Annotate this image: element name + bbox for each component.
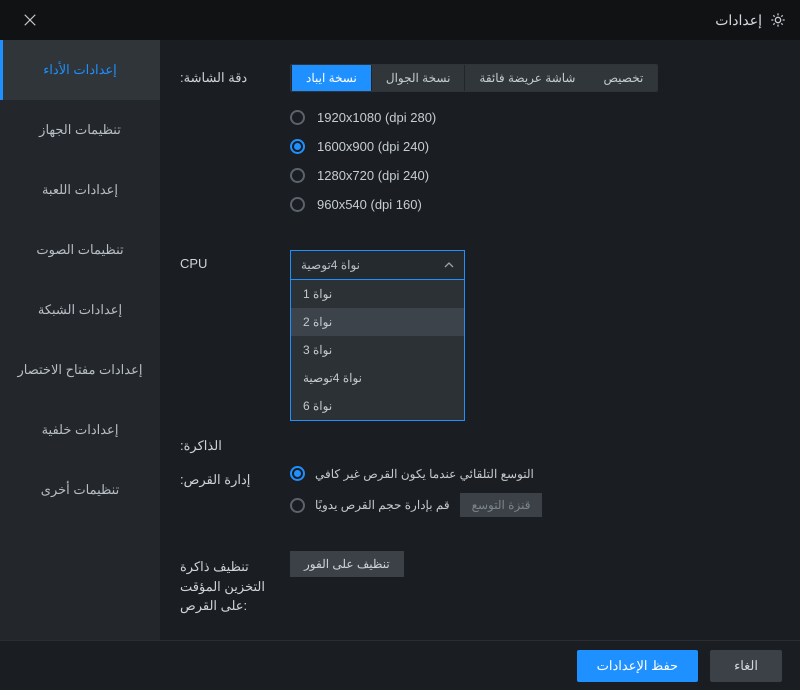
- window-title: إعدادات: [715, 12, 762, 29]
- resolution-option-2[interactable]: 1280x720 (dpi 240): [290, 168, 768, 183]
- sidebar-item-6[interactable]: إعدادات خلفية: [0, 400, 160, 460]
- cpu-dropdown-list: نواة 1نواة 2نواة 3نواة 4توصيةنواة 6: [290, 280, 465, 421]
- cancel-button[interactable]: الغاء: [710, 650, 782, 682]
- memory-label: :الذاكرة: [180, 432, 290, 454]
- sidebar-item-0[interactable]: إعدادات الأداء: [0, 40, 160, 100]
- cpu-label: CPU: [180, 250, 290, 271]
- close-icon: [23, 13, 37, 27]
- resolution-option-1[interactable]: 1600x900 (dpi 240): [290, 139, 768, 154]
- expand-button: قنزة التوسع: [460, 493, 543, 517]
- disk-auto-label: التوسع التلقائي عندما يكون القرص غير كاف…: [315, 467, 534, 481]
- resolution-options: 1920x1080 (dpi 280) 1600x900 (dpi 240) 128…: [290, 110, 768, 212]
- cpu-option-4[interactable]: نواة 6: [291, 392, 464, 420]
- radio-icon: [290, 498, 305, 513]
- clean-cache-button[interactable]: تنظيف على الفور: [290, 551, 404, 577]
- sidebar-item-2[interactable]: إعدادات اللعبة: [0, 160, 160, 220]
- radio-icon: [290, 466, 305, 481]
- titlebar: إعدادات: [0, 0, 800, 40]
- disk-manual-label: قم بإدارة حجم القرص يدويًا: [315, 498, 450, 512]
- cache-label: تنظيف ذاكرة التخزين المؤقت على القرص:: [180, 551, 290, 616]
- resolution-option-label: 1280x720 (dpi 240): [317, 168, 429, 183]
- radio-icon: [290, 110, 305, 125]
- radio-icon: [290, 197, 305, 212]
- disk-label: :إدارة القرص: [180, 466, 290, 488]
- cpu-dropdown[interactable]: نواة 4توصية: [290, 250, 465, 280]
- resolution-tab-2[interactable]: شاشة عريضة فائقة: [464, 65, 589, 91]
- disk-manual-option[interactable]: قم بإدارة حجم القرص يدويًا قنزة التوسع: [290, 493, 768, 517]
- resolution-option-3[interactable]: 960x540 (dpi 160): [290, 197, 768, 212]
- resolution-option-label: 1920x1080 (dpi 280): [317, 110, 436, 125]
- resolution-tabgroup: نسخة ايبادنسخة الجوالشاشة عريضة فائقةتخص…: [290, 64, 658, 92]
- sidebar-item-1[interactable]: تنظيمات الجهاز: [0, 100, 160, 160]
- cpu-dropdown-value: نواة 4توصية: [301, 258, 360, 272]
- resolution-tab-1[interactable]: نسخة الجوال: [371, 65, 465, 91]
- resolution-option-label: 1600x900 (dpi 240): [317, 139, 429, 154]
- radio-icon: [290, 168, 305, 183]
- cpu-option-3[interactable]: نواة 4توصية: [291, 364, 464, 392]
- cpu-option-1[interactable]: نواة 2: [291, 308, 464, 336]
- save-button[interactable]: حفظ الإعدادات: [577, 650, 698, 682]
- resolution-tab-0[interactable]: نسخة ايباد: [291, 65, 371, 91]
- sidebar-item-4[interactable]: إعدادات الشبكة: [0, 280, 160, 340]
- resolution-option-label: 960x540 (dpi 160): [317, 197, 422, 212]
- chevron-up-icon: [444, 260, 454, 270]
- close-button[interactable]: [14, 4, 46, 36]
- sidebar-item-3[interactable]: تنظيمات الصوت: [0, 220, 160, 280]
- resolution-tab-3[interactable]: تخصيص: [589, 65, 657, 91]
- sidebar: إعدادات الأداءتنظيمات الجهازإعدادات اللع…: [0, 40, 160, 640]
- resolution-label: :دقة الشاشة: [180, 64, 290, 86]
- disk-auto-option[interactable]: التوسع التلقائي عندما يكون القرص غير كاف…: [290, 466, 768, 481]
- sidebar-item-5[interactable]: إعدادات مفتاح الاختصار: [0, 340, 160, 400]
- radio-icon: [290, 139, 305, 154]
- sidebar-item-7[interactable]: تنظيمات أخرى: [0, 460, 160, 520]
- cpu-option-0[interactable]: نواة 1: [291, 280, 464, 308]
- footer: حفظ الإعدادات الغاء: [0, 640, 800, 690]
- gear-icon: [770, 12, 786, 28]
- content-pane: :دقة الشاشة نسخة ايبادنسخة الجوالشاشة عر…: [160, 40, 800, 640]
- cpu-option-2[interactable]: نواة 3: [291, 336, 464, 364]
- resolution-option-0[interactable]: 1920x1080 (dpi 280): [290, 110, 768, 125]
